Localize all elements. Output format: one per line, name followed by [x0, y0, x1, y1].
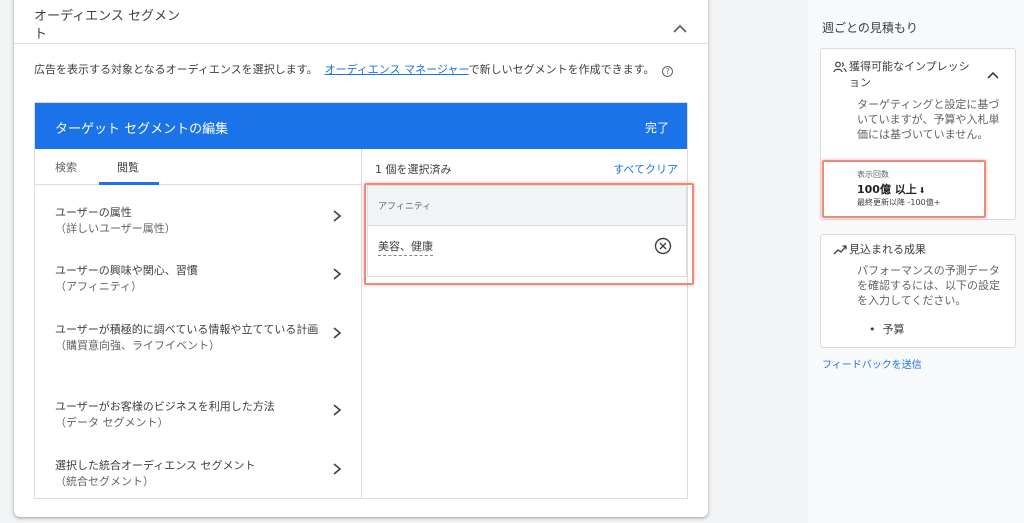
impressions-title: 獲得可能なインプレッション [849, 60, 970, 89]
section-description: 広告を表示する対象となるオーディエンスを選択します。 オーディエンス マネージャ… [34, 62, 694, 78]
category-sub: （詳しいユーザー属性） [55, 222, 176, 235]
selected-group-label: アフィニティ [368, 186, 686, 226]
category-combined[interactable]: 選択した統合オーディエンス セグメント （統合セグメント） [55, 458, 355, 490]
browse-pane: 検索 閲覧 ユーザーの属性 （詳しいユーザー属性） ユーザーの興味や関心、習慣 … [35, 149, 362, 498]
category-sub: （データ セグメント） [55, 416, 169, 429]
remove-circle-icon[interactable] [654, 237, 672, 255]
impressions-value: 100億 以上 ⬇ [857, 181, 926, 197]
audience-manager-link[interactable]: オーディエンス マネージャー [325, 63, 469, 76]
chevron-up-icon[interactable] [985, 67, 1001, 83]
clear-all-link[interactable]: すべてクリア [613, 161, 678, 177]
impressions-delta: 最終更新以降 -100億+ [857, 198, 941, 207]
card-header[interactable]: オーディエンス セグメント [14, 0, 708, 44]
category-sub: （購買意向強、ライフイベント） [55, 339, 220, 352]
chevron-right-icon[interactable] [332, 209, 342, 223]
results-card: 見込まれる成果 パフォーマンスの予測データを確認するには、以下の設定を入力してく… [820, 234, 1016, 348]
description-text: 広告を表示する対象となるオーディエンスを選択します。 [34, 63, 318, 76]
section-title: オーディエンス セグメント [34, 9, 180, 42]
segment-editor: ターゲット セグメントの編集 完了 検索 閲覧 ユーザーの属性 （詳しいユーザー… [34, 102, 688, 499]
bullet-budget: 予算 [882, 323, 905, 336]
category-affinity[interactable]: ユーザーの興味や関心、習慣 （アフィニティ） [55, 263, 355, 295]
audience-segment-card: オーディエンス セグメント 広告を表示する対象となるオーディエンスを選択します。… [14, 0, 708, 517]
tab-bar: 検索 閲覧 [35, 149, 361, 185]
impressions-label: 表示回数 [857, 170, 889, 179]
impressions-card: 獲得可能なインプレッション ターゲティングと設定に基づいていますが、予算や入札単… [820, 48, 1016, 220]
active-tab-indicator [99, 182, 159, 185]
category-sub: （アフィニティ） [55, 280, 143, 293]
selected-item[interactable]: 美容、健康 [378, 238, 433, 256]
editor-title: ターゲット セグメントの編集 [55, 122, 229, 137]
people-icon [833, 61, 847, 73]
arrow-down-icon: ⬇ [918, 186, 926, 195]
results-note: パフォーマンスの予測データを確認するには、以下の設定を入力してください。 [857, 264, 1000, 307]
category-in-market[interactable]: ユーザーが積極的に調べている情報や立てている計画 （購買意向強、ライフイベント） [55, 322, 325, 354]
description-suffix: で新しいセグメントを作成できます。 [468, 63, 655, 76]
results-title: 見込まれる成果 [849, 243, 926, 256]
done-button[interactable]: 完了 [645, 119, 669, 136]
editor-header: ターゲット セグメントの編集 完了 [35, 103, 687, 149]
collapse-button[interactable] [670, 19, 690, 39]
category-sub: （統合セグメント） [55, 475, 154, 488]
impressions-number: 100億 以上 [857, 183, 917, 196]
sidebar-title: 週ごとの見積もり [822, 21, 918, 35]
category-label: ユーザーが積極的に調べている情報や立てている計画 [55, 323, 319, 336]
chevron-right-icon[interactable] [332, 403, 342, 417]
category-label: ユーザーの属性 [55, 206, 132, 219]
chevron-right-icon[interactable] [332, 462, 342, 476]
estimates-sidebar: 週ごとの見積もり 獲得可能なインプレッション ターゲティングと設定に基づいていま… [808, 0, 1024, 523]
category-label: 選択した統合オーディエンス セグメント [55, 459, 256, 472]
category-label: ユーザーがお客様のビジネスを利用した方法 [55, 400, 275, 413]
selected-pane: 1 個を選択済み すべてクリア アフィニティ 美容、健康 [363, 149, 688, 498]
tab-search[interactable]: 検索 [55, 159, 77, 175]
category-your-data[interactable]: ユーザーがお客様のビジネスを利用した方法 （データ セグメント） [55, 399, 355, 431]
tab-browse[interactable]: 閲覧 [117, 159, 139, 175]
chevron-up-icon [673, 24, 687, 33]
category-demographics[interactable]: ユーザーの属性 （詳しいユーザー属性） [55, 205, 355, 237]
impressions-note: ターゲティングと設定に基づいていますが、予算や入札単価には基づいていません。 [857, 98, 1000, 141]
help-icon[interactable]: ? [662, 66, 674, 77]
chevron-right-icon[interactable] [332, 326, 342, 340]
send-feedback-link[interactable]: フィードバックを送信 [822, 356, 922, 371]
category-label: ユーザーの興味や関心、習慣 [55, 264, 198, 277]
chevron-right-icon[interactable] [332, 267, 342, 281]
trending-up-icon [833, 245, 847, 255]
selected-count: 1 個を選択済み [375, 163, 452, 176]
selected-list: アフィニティ 美容、健康 [367, 185, 687, 277]
bullet-item: • 予算 [869, 323, 905, 336]
